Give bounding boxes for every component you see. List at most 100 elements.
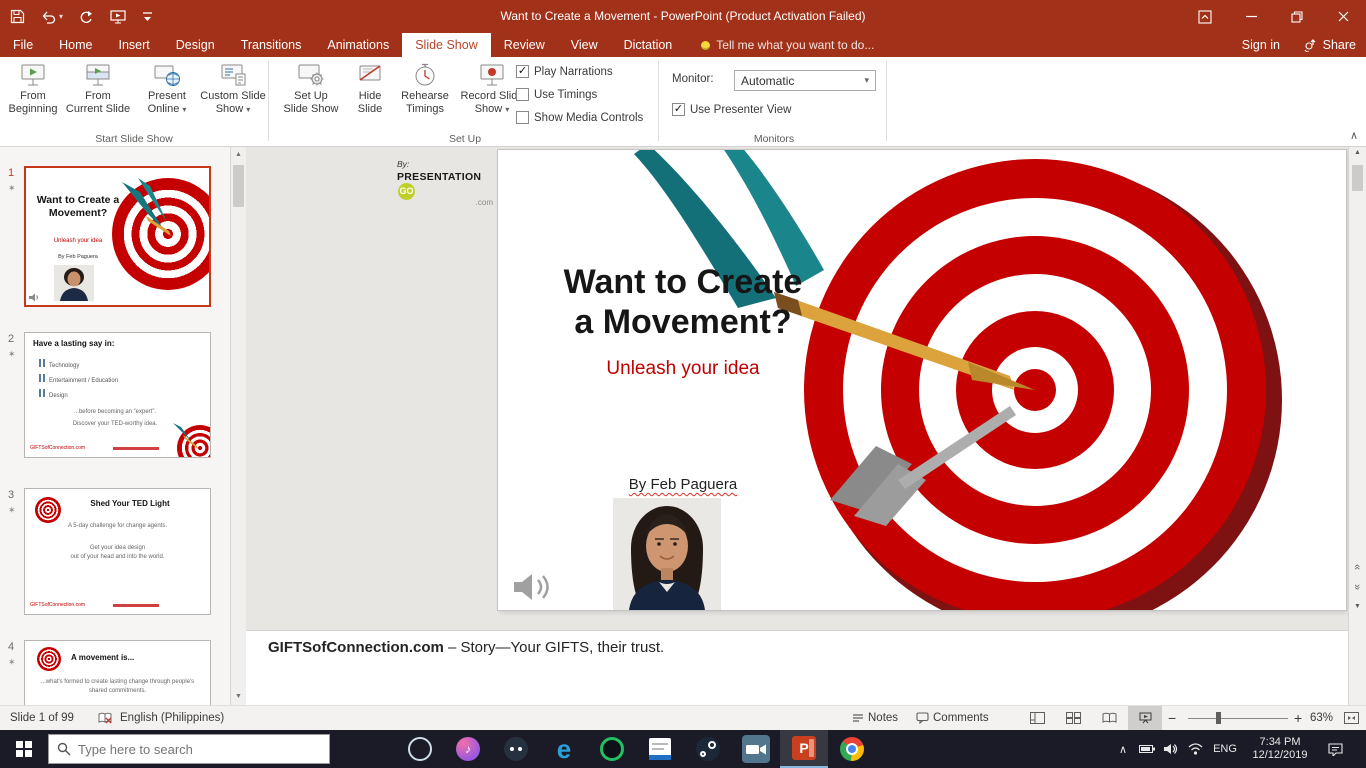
share-button[interactable]: Share bbox=[1304, 33, 1356, 57]
slide-counter[interactable]: Slide 1 of 99 bbox=[10, 706, 74, 730]
zoom-out-button[interactable]: − bbox=[1168, 706, 1176, 730]
round-app-icon bbox=[504, 737, 528, 761]
show-media-controls-checkbox[interactable]: Show Media Controls bbox=[516, 111, 643, 124]
slide-subtitle[interactable]: Unleash your idea bbox=[528, 358, 838, 380]
tab-home[interactable]: Home bbox=[46, 33, 105, 57]
play-narrations-box[interactable]: ✓ bbox=[516, 65, 529, 78]
powerpoint-taskbar-button[interactable]: P bbox=[780, 730, 828, 768]
ribbon-display-options-button[interactable] bbox=[1182, 0, 1228, 33]
network-icon[interactable] bbox=[1184, 730, 1206, 768]
spell-check-icon[interactable] bbox=[98, 706, 112, 730]
tab-review[interactable]: Review bbox=[491, 33, 558, 57]
start-button[interactable] bbox=[0, 730, 48, 768]
play-narrations-checkbox[interactable]: ✓ Play Narrations bbox=[516, 65, 613, 78]
previous-slide-button[interactable]: « bbox=[1349, 561, 1366, 573]
use-timings-label: Use Timings bbox=[534, 88, 598, 101]
tab-insert[interactable]: Insert bbox=[106, 33, 163, 57]
restore-button[interactable] bbox=[1274, 0, 1320, 33]
battery-icon[interactable] bbox=[1136, 730, 1158, 768]
use-presenter-view-checkbox[interactable]: ✓ Use Presenter View bbox=[672, 103, 791, 116]
thumbnail-scroll-up-arrow[interactable]: ▲ bbox=[231, 147, 246, 163]
slide-thumbnail-1[interactable]: Want to Create a Movement? Unleash your … bbox=[24, 166, 211, 307]
search-input[interactable] bbox=[78, 741, 298, 757]
thumb1-audio-icon bbox=[29, 293, 38, 302]
thumb4-line-2: shared commitments. bbox=[88, 688, 147, 694]
audio-speaker-icon[interactable] bbox=[512, 570, 556, 604]
tab-animations[interactable]: Animations bbox=[314, 33, 402, 57]
clock-date: 12/12/2019 bbox=[1252, 749, 1308, 761]
monitor-select[interactable]: Automatic ▾ bbox=[734, 70, 876, 91]
action-center-button[interactable] bbox=[1322, 730, 1348, 768]
taskbar-search-box[interactable] bbox=[48, 734, 330, 764]
rehearse-timings-button[interactable]: Rehearse Timings bbox=[396, 60, 454, 132]
use-timings-box[interactable] bbox=[516, 88, 529, 101]
language-indicator[interactable]: English (Philippines) bbox=[120, 706, 224, 730]
hide-slide-button[interactable]: Hide Slide bbox=[346, 60, 394, 132]
slide-1-canvas[interactable]: Want to Create a Movement? Unleash your … bbox=[498, 150, 1346, 610]
slide-byline[interactable]: By Feb Paguera bbox=[528, 476, 838, 493]
zoom-slider-track[interactable] bbox=[1188, 718, 1288, 719]
volume-icon[interactable] bbox=[1160, 730, 1182, 768]
thumb3-title: Shed Your TED Light bbox=[90, 499, 170, 508]
thumbnail-scroll-down-arrow[interactable]: ▼ bbox=[231, 689, 246, 705]
use-timings-checkbox[interactable]: Use Timings bbox=[516, 88, 597, 101]
use-presenter-view-box[interactable]: ✓ bbox=[672, 103, 685, 116]
thumbnail-scrollbar-thumb[interactable] bbox=[233, 165, 244, 207]
language-tray-indicator[interactable]: ENG bbox=[1208, 730, 1242, 768]
fit-to-window-button[interactable] bbox=[1344, 706, 1359, 730]
thumb3-line-3: out of your head and into the world. bbox=[70, 554, 165, 560]
show-media-controls-box[interactable] bbox=[516, 111, 529, 124]
green-ring-app-button[interactable] bbox=[588, 730, 636, 768]
tab-view[interactable]: View bbox=[558, 33, 611, 57]
scroll-down-arrow[interactable]: ▼ bbox=[1349, 603, 1366, 610]
tab-file[interactable]: File bbox=[0, 33, 46, 57]
sign-in-button[interactable]: Sign in bbox=[1242, 33, 1280, 57]
presenter-photo[interactable] bbox=[613, 498, 721, 610]
vertical-scrollbar[interactable]: ▲ « » ▼ bbox=[1348, 147, 1366, 705]
tray-show-hidden-icons-button[interactable]: ∧ bbox=[1112, 730, 1134, 768]
slide-title[interactable]: Want to Create a Movement? bbox=[528, 262, 838, 342]
tell-me-box[interactable]: Tell me what you want to do... bbox=[701, 33, 874, 57]
thumbnail-scrollbar[interactable]: ▲ ▼ bbox=[231, 147, 246, 705]
itunes-button[interactable]: ♪ bbox=[444, 730, 492, 768]
notes-pane[interactable]: GIFTSofConnection.com – Story—Your GIFTS… bbox=[246, 630, 1348, 705]
tab-dictation[interactable]: Dictation bbox=[611, 33, 686, 57]
scrollbar-thumb[interactable] bbox=[1352, 165, 1363, 191]
minimize-button[interactable] bbox=[1228, 0, 1274, 33]
zoom-slider-thumb[interactable] bbox=[1216, 712, 1221, 724]
steam-button[interactable] bbox=[684, 730, 732, 768]
comments-toggle-button[interactable]: Comments bbox=[916, 706, 989, 730]
normal-view-button[interactable] bbox=[1020, 706, 1054, 730]
zoom-level[interactable]: 63% bbox=[1310, 706, 1333, 730]
slide-thumbnail-3[interactable]: Shed Your TED Light A 5-day challenge fo… bbox=[24, 488, 211, 615]
group-divider bbox=[658, 61, 659, 141]
slide-show-view-button[interactable] bbox=[1128, 706, 1162, 730]
collapse-ribbon-button[interactable]: ∧ bbox=[1350, 129, 1358, 142]
close-button[interactable] bbox=[1320, 0, 1366, 33]
notes-toggle-button[interactable]: Notes bbox=[852, 706, 898, 730]
tab-design[interactable]: Design bbox=[163, 33, 228, 57]
present-online-button[interactable]: Present Online ▾ bbox=[136, 60, 198, 132]
window-title: Want to Create a Movement - PowerPoint (… bbox=[500, 9, 866, 23]
tab-transitions[interactable]: Transitions bbox=[228, 33, 315, 57]
chrome-button[interactable] bbox=[828, 730, 876, 768]
from-current-slide-button[interactable]: From Current Slide bbox=[64, 60, 132, 132]
reading-view-button[interactable] bbox=[1092, 706, 1126, 730]
zoom-in-button[interactable]: + bbox=[1294, 706, 1302, 730]
round-app-button[interactable] bbox=[492, 730, 540, 768]
camera-app-button[interactable] bbox=[732, 730, 780, 768]
tab-slide-show[interactable]: Slide Show bbox=[402, 33, 491, 57]
edge-button[interactable]: e bbox=[540, 730, 588, 768]
scroll-up-arrow[interactable]: ▲ bbox=[1349, 149, 1366, 156]
monitor-label: Monitor: bbox=[672, 73, 714, 85]
cortana-button[interactable] bbox=[396, 730, 444, 768]
from-beginning-button[interactable]: From Beginning bbox=[4, 60, 62, 132]
taskbar-clock[interactable]: 7:34 PM 12/12/2019 bbox=[1244, 730, 1316, 768]
set-up-slide-show-button[interactable]: Set Up Slide Show bbox=[280, 60, 342, 132]
next-slide-button[interactable]: » bbox=[1349, 581, 1366, 593]
calendar-button[interactable] bbox=[636, 730, 684, 768]
slide-sorter-view-button[interactable] bbox=[1056, 706, 1090, 730]
slide-thumbnail-4[interactable]: A movement is... ...what's formed to cre… bbox=[24, 640, 211, 705]
slide-thumbnail-2[interactable]: Have a lasting say in: Technology Entert… bbox=[24, 332, 211, 458]
custom-slide-show-button[interactable]: Custom Slide Show ▾ bbox=[200, 60, 266, 132]
